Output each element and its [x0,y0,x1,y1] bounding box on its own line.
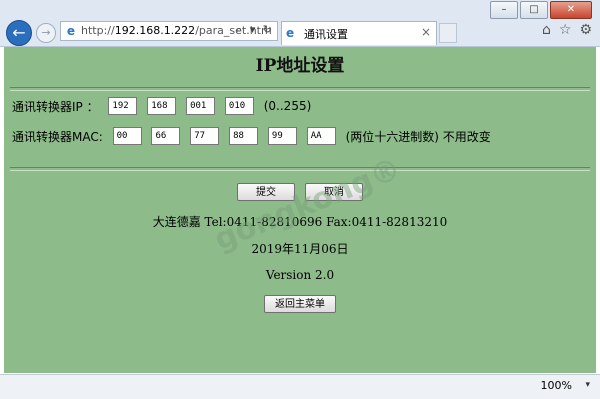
ip-octet-2-field[interactable]: 168 [147,97,177,115]
divider-top [10,87,590,91]
address-bar[interactable]: e http://192.168.1.222/para_set.htm ⌕ ▾ … [60,21,278,41]
back-button[interactable]: ← [6,20,32,46]
ip-octet-1-field[interactable]: 192 [108,97,138,115]
tab-ie-icon: e [286,26,295,40]
page-content: IP地址设置 通讯转换器IP ： 192 168 001 010 (0..255… [4,47,596,373]
ip-label: 通讯转换器IP ： [12,99,99,114]
mac-row: 通讯转换器MAC: 00 66 77 88 99 AA (两位十六进制数) 不用… [12,127,491,145]
back-to-menu-button[interactable]: 返回主菜单 [264,295,336,313]
url-host: 192.168.1.222 [114,24,196,37]
tab-title: 通讯设置 [304,28,348,41]
mac-byte-4-field[interactable]: 88 [229,127,259,145]
favorites-icon[interactable]: ☆ [559,22,572,38]
mac-label: 通讯转换器MAC: [12,129,103,144]
submit-button[interactable]: 提交 [237,183,295,201]
new-tab-button[interactable] [439,23,457,43]
divider-bottom [10,167,590,171]
zoom-dropdown-icon[interactable]: ▾ [585,380,590,390]
mac-hint: (两位十六进制数) 不用改变 [345,129,491,144]
company-contact: 大连德嘉 Tel:0411-82810696 Fax:0411-82813210 [152,215,448,229]
minimize-button[interactable]: – [490,1,518,19]
close-window-button[interactable]: ✕ [550,1,592,19]
settings-gear-icon[interactable]: ⚙ [579,22,592,38]
url-prefix: http:// [81,24,115,37]
tab-active[interactable]: e 通讯设置 × [281,21,437,45]
forward-button[interactable]: → [36,23,56,43]
mac-byte-3-field[interactable]: 77 [190,127,220,145]
mac-byte-1-field[interactable]: 00 [112,127,142,145]
ip-hint: (0..255) [263,99,312,113]
page-title: IP地址设置 [255,56,345,76]
zoom-level[interactable]: 100% [541,379,572,392]
mac-byte-6-field[interactable]: AA [306,127,336,145]
ie-page-icon: e [66,24,76,38]
cancel-button[interactable]: 取消 [305,183,363,201]
mac-byte-5-field[interactable]: 99 [267,127,297,145]
version-text: Version 2.0 [265,268,335,282]
ip-octet-4-field[interactable]: 010 [224,97,254,115]
window-controls: – □ ✕ [490,1,592,19]
maximize-button[interactable]: □ [520,1,548,19]
tab-close-icon[interactable]: × [421,25,431,39]
date-text: 2019年11月06日 [251,242,349,256]
ip-octet-3-field[interactable]: 001 [186,97,216,115]
status-bar: 100% ▾ [0,374,600,399]
address-tools-icons[interactable]: ⌕ ▾ ↻ [236,23,274,37]
toolbar-right-icons: ⌂ ☆ ⚙ [542,22,592,38]
browser-titlebar: – □ ✕ ← → e http://192.168.1.222/para_se… [0,0,600,47]
ip-row: 通讯转换器IP ： 192 168 001 010 (0..255) [12,97,311,115]
mac-byte-2-field[interactable]: 66 [151,127,181,145]
home-icon[interactable]: ⌂ [542,22,551,38]
